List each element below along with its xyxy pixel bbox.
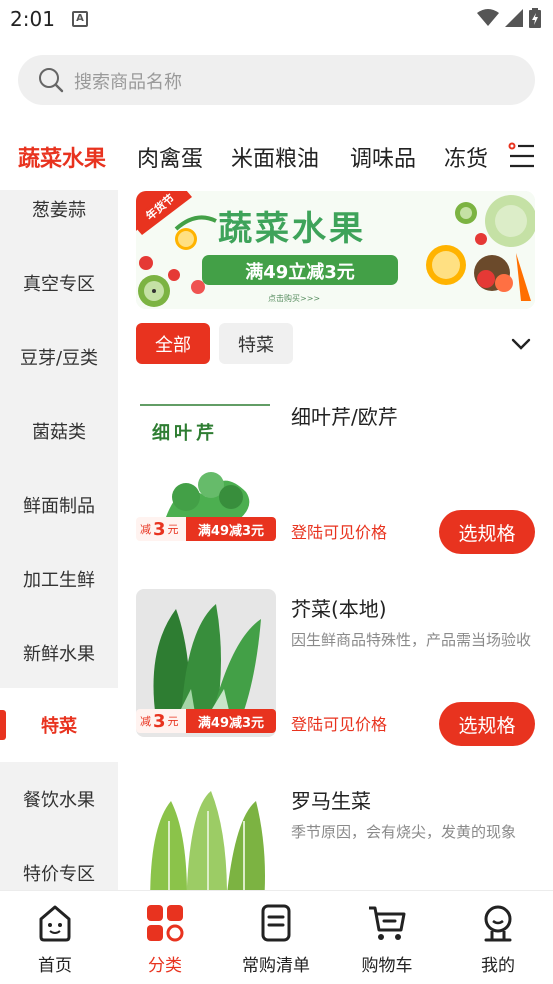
nav-label: 分类 (148, 956, 182, 976)
product-card[interactable]: 减3元 满49减3元 芥菜(本地) 因生鲜商品特殊性，产品需当场验收 登陆可见价… (136, 589, 536, 746)
sidebar-item-label: 餐饮水果 (23, 790, 95, 811)
nav-frequent-list[interactable]: 常购清单 (221, 891, 331, 981)
product-price-hint[interactable]: 登陆可见价格 (291, 711, 387, 735)
status-time: 2:01 (10, 7, 55, 31)
promo-prefix: 减 (140, 715, 151, 728)
sidebar-item-special-price[interactable]: 特价专区 (0, 836, 118, 890)
battery-icon (529, 8, 541, 28)
cart-icon (369, 906, 406, 940)
promo-unit: 元 (167, 523, 179, 536)
nav-label: 我的 (481, 956, 515, 976)
banner-promo: 满49立减3元 (245, 262, 355, 283)
sidebar-item-label: 真空专区 (23, 274, 95, 295)
wifi-icon (477, 9, 499, 26)
nav-profile[interactable]: 我的 (443, 891, 553, 981)
product-name: 细叶芹/欧芹 (291, 405, 398, 429)
tab-vegetables-fruits[interactable]: 蔬菜水果 (18, 141, 106, 173)
sidebar-item-catering-fruit[interactable]: 餐饮水果 (0, 762, 118, 836)
promo-discount: 减3元 (136, 709, 186, 733)
sidebar-item-label: 特菜 (41, 716, 77, 737)
promo-banner[interactable]: 年货节 蔬菜水果 满49立减3元 点击购买>>> (136, 191, 535, 309)
active-indicator (0, 710, 6, 740)
status-bar: 2:01 A (0, 0, 553, 38)
product-image (136, 781, 276, 890)
product-description: 因生鲜商品特殊性，产品需当场验收 (291, 631, 532, 649)
filter-all-chip[interactable]: 全部 (136, 323, 210, 364)
sidebar-item-label: 加工生鲜 (23, 570, 95, 591)
select-spec-button[interactable]: 选规格 (439, 702, 535, 746)
notification-icon: A (72, 11, 88, 27)
sidebar-item-onion-ginger-garlic[interactable]: 葱姜蒜 (0, 190, 118, 246)
search-icon (39, 68, 64, 93)
banner-title: 蔬菜水果 (218, 209, 366, 249)
promo-rule: 满49减3元 (186, 709, 276, 733)
promo-tag: 减3元 满49减3元 (136, 517, 276, 541)
nav-category[interactable]: 分类 (110, 891, 220, 981)
category-grid-icon (147, 905, 184, 942)
bottom-nav: 首页 分类 常购清单 购物车 我的 (0, 890, 553, 984)
sidebar-item-special-vegetables[interactable]: 特菜 (0, 688, 118, 762)
category-sidebar: 葱姜蒜 真空专区 豆芽/豆类 菌菇类 鲜面制品 加工生鲜 新鲜水果 特菜 餐饮水… (0, 190, 118, 890)
sidebar-item-label: 豆芽/豆类 (19, 348, 99, 369)
promo-discount: 减3元 (136, 517, 186, 541)
sidebar-item-label: 特价专区 (23, 864, 95, 885)
category-menu-icon[interactable] (508, 142, 536, 170)
sidebar-item-vacuum[interactable]: 真空专区 (0, 246, 118, 320)
sidebar-item-label: 新鲜水果 (23, 644, 95, 665)
promo-unit: 元 (167, 715, 179, 728)
signal-icon (505, 9, 523, 27)
sidebar-item-sprouts-beans[interactable]: 豆芽/豆类 (0, 320, 118, 394)
nav-home[interactable]: 首页 (0, 891, 110, 981)
product-image: 减3元 满49减3元 (136, 589, 276, 737)
nav-cart[interactable]: 购物车 (332, 891, 442, 981)
sidebar-item-label: 葱姜蒜 (32, 200, 86, 221)
top-category-tabs: 蔬菜水果 肉禽蛋 米面粮油 调味品 冻货 (0, 135, 553, 183)
product-image: 细叶芹 减3元 满49减3元 (136, 397, 276, 545)
product-card[interactable]: 罗马生菜 季节原因，会有烧尖，发黄的现象 (136, 781, 536, 890)
nav-label: 购物车 (361, 956, 413, 976)
product-description: 季节原因，会有烧尖，发黄的现象 (291, 823, 517, 841)
filter-special-chip[interactable]: 特菜 (219, 323, 293, 364)
tab-frozen[interactable]: 冻货 (444, 141, 488, 173)
product-name: 罗马生菜 (291, 789, 371, 813)
chevron-down-icon[interactable] (510, 334, 532, 354)
sidebar-item-mushrooms[interactable]: 菌菇类 (0, 394, 118, 468)
sidebar-item-fresh-noodles[interactable]: 鲜面制品 (0, 468, 118, 542)
sidebar-item-label: 菌菇类 (32, 422, 86, 443)
promo-prefix: 减 (140, 523, 151, 536)
sidebar-item-fresh-fruit[interactable]: 新鲜水果 (0, 616, 118, 690)
product-price-hint[interactable]: 登陆可见价格 (291, 519, 387, 543)
promo-amount: 3 (153, 518, 166, 540)
promo-rule: 满49减3元 (186, 517, 276, 541)
tab-rice-flour-oil[interactable]: 米面粮油 (231, 141, 319, 173)
tab-seasonings[interactable]: 调味品 (350, 141, 416, 173)
search-placeholder: 搜索商品名称 (74, 72, 182, 93)
search-input[interactable]: 搜索商品名称 (18, 55, 535, 105)
nav-label: 首页 (38, 956, 72, 976)
sidebar-item-label: 鲜面制品 (23, 496, 95, 517)
nav-label: 常购清单 (242, 956, 310, 976)
product-image-label: 细叶芹 (152, 423, 218, 444)
banner-cta: 点击购买>>> (268, 294, 321, 303)
profile-icon (484, 905, 512, 942)
sidebar-item-processed-fresh[interactable]: 加工生鲜 (0, 542, 118, 616)
promo-tag: 减3元 满49减3元 (136, 709, 276, 733)
product-card[interactable]: 细叶芹 减3元 满49减3元 细叶芹/欧芹 登陆可见价格 选规格 (136, 397, 536, 554)
tab-meat-poultry-eggs[interactable]: 肉禽蛋 (137, 141, 203, 173)
select-spec-button[interactable]: 选规格 (439, 510, 535, 554)
product-name: 芥菜(本地) (291, 597, 387, 621)
promo-amount: 3 (153, 710, 166, 732)
home-face-icon (39, 905, 71, 942)
status-icons (477, 8, 541, 28)
list-icon (261, 904, 291, 942)
